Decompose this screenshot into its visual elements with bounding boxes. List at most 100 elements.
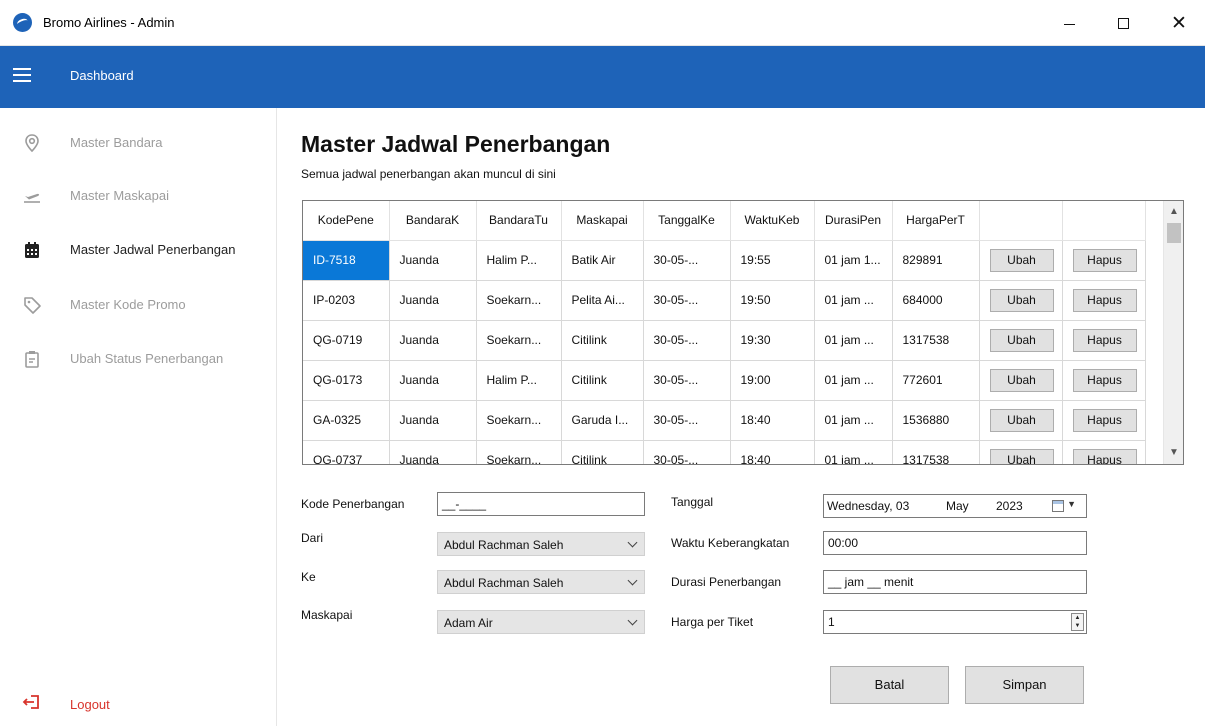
- table-cell[interactable]: 01 jam ...: [814, 360, 893, 401]
- table-cell[interactable]: GA-0325: [303, 400, 390, 441]
- delete-button[interactable]: Hapus: [1072, 368, 1137, 392]
- sidebar-item-ubah-status-penerbangan[interactable]: Ubah Status Penerbangan: [0, 347, 276, 377]
- logout-button[interactable]: Logout: [0, 692, 200, 718]
- table-cell[interactable]: 01 jam ...: [814, 280, 893, 321]
- table-cell[interactable]: QG-0173: [303, 360, 390, 401]
- table-cell[interactable]: 1317538: [892, 320, 980, 361]
- table-cell[interactable]: 18:40: [730, 400, 815, 441]
- ke-select[interactable]: Abdul Rachman Saleh: [437, 570, 645, 594]
- table-cell[interactable]: 1317538: [892, 440, 980, 464]
- batal-button[interactable]: Batal: [830, 666, 949, 704]
- table-cell[interactable]: 30-05-...: [643, 320, 731, 361]
- date-month[interactable]: May: [946, 499, 969, 513]
- table-cell[interactable]: QG-0737: [303, 440, 390, 464]
- table-cell[interactable]: 19:30: [730, 320, 815, 361]
- table-cell[interactable]: 30-05-...: [643, 360, 731, 401]
- table-cell[interactable]: 829891: [892, 240, 980, 281]
- column-header[interactable]: TanggalKe: [643, 201, 731, 241]
- sidebar-item-master-maskapai[interactable]: Master Maskapai: [0, 184, 276, 214]
- table-cell[interactable]: Juanda: [389, 360, 477, 401]
- table-cell[interactable]: Juanda: [389, 440, 477, 464]
- column-header[interactable]: Maskapai: [561, 201, 644, 241]
- maximize-button[interactable]: [1100, 0, 1146, 46]
- tanggal-date-picker[interactable]: Wednesday, 03 May 2023 ▼: [823, 494, 1087, 518]
- table-cell[interactable]: IP-0203: [303, 280, 390, 321]
- durasi-penerbangan-input[interactable]: __ jam __ menit: [823, 570, 1087, 594]
- table-cell[interactable]: 18:40: [730, 440, 815, 464]
- table-cell[interactable]: Soekarn...: [476, 440, 562, 464]
- table-row[interactable]: IP-0203 Juanda Soekarn... Pelita Ai... 3…: [303, 280, 1146, 321]
- delete-button[interactable]: Hapus: [1072, 408, 1137, 432]
- edit-button[interactable]: Ubah: [989, 248, 1054, 272]
- table-cell[interactable]: Soekarn...: [476, 280, 562, 321]
- column-header[interactable]: HargaPerT: [892, 201, 980, 241]
- column-header[interactable]: BandaraK: [389, 201, 477, 241]
- vertical-scrollbar[interactable]: ▲ ▼: [1163, 201, 1183, 464]
- edit-button[interactable]: Ubah: [989, 328, 1054, 352]
- column-header[interactable]: KodePene: [303, 201, 390, 241]
- table-row[interactable]: QG-0719 Juanda Soekarn... Citilink 30-05…: [303, 320, 1146, 361]
- delete-button[interactable]: Hapus: [1072, 448, 1137, 464]
- sidebar-item-master-kode-promo[interactable]: Master Kode Promo: [0, 293, 276, 323]
- sidebar-item-master-bandara[interactable]: Master Bandara: [0, 131, 276, 161]
- table-row[interactable]: ID-7518 Juanda Halim P... Batik Air 30-0…: [303, 240, 1146, 281]
- edit-button[interactable]: Ubah: [989, 408, 1054, 432]
- table-cell[interactable]: Citilink: [561, 360, 644, 401]
- spinner-arrows-icon[interactable]: ▲ ▼: [1071, 613, 1084, 631]
- sidebar-item-master-jadwal-penerbangan[interactable]: Master Jadwal Penerbangan: [0, 238, 276, 268]
- table-cell[interactable]: 1536880: [892, 400, 980, 441]
- table-cell[interactable]: QG-0719: [303, 320, 390, 361]
- date-day[interactable]: Wednesday, 03: [827, 499, 909, 513]
- table-cell[interactable]: Halim P...: [476, 240, 562, 281]
- table-cell[interactable]: 30-05-...: [643, 240, 731, 281]
- header-title[interactable]: Dashboard: [70, 68, 134, 83]
- table-cell[interactable]: 772601: [892, 360, 980, 401]
- table-cell[interactable]: Juanda: [389, 280, 477, 321]
- table-cell[interactable]: 30-05-...: [643, 280, 731, 321]
- harga-per-tiket-stepper[interactable]: 1 ▲ ▼: [823, 610, 1087, 634]
- table-cell[interactable]: 01 jam ...: [814, 400, 893, 441]
- edit-button[interactable]: Ubah: [989, 288, 1054, 312]
- table-cell[interactable]: Pelita Ai...: [561, 280, 644, 321]
- table-cell[interactable]: Juanda: [389, 400, 477, 441]
- scroll-up-arrow-icon[interactable]: ▲: [1164, 203, 1183, 221]
- column-header[interactable]: WaktuKeb: [730, 201, 815, 241]
- scroll-down-arrow-icon[interactable]: ▼: [1164, 444, 1183, 462]
- table-cell[interactable]: 19:55: [730, 240, 815, 281]
- edit-button[interactable]: Ubah: [989, 448, 1054, 464]
- table-cell[interactable]: Batik Air: [561, 240, 644, 281]
- kode-penerbangan-input[interactable]: __-____: [437, 492, 645, 516]
- delete-button[interactable]: Hapus: [1072, 248, 1137, 272]
- edit-button[interactable]: Ubah: [989, 368, 1054, 392]
- table-cell[interactable]: 19:50: [730, 280, 815, 321]
- table-cell[interactable]: ID-7518: [303, 240, 390, 281]
- calendar-dropdown-icon[interactable]: [1052, 500, 1064, 512]
- table-cell[interactable]: 30-05-...: [643, 400, 731, 441]
- minimize-button[interactable]: [1046, 0, 1092, 46]
- table-cell[interactable]: Soekarn...: [476, 320, 562, 361]
- delete-button[interactable]: Hapus: [1072, 328, 1137, 352]
- table-cell[interactable]: 01 jam ...: [814, 440, 893, 464]
- table-cell[interactable]: Citilink: [561, 440, 644, 464]
- table-cell[interactable]: Juanda: [389, 240, 477, 281]
- table-cell[interactable]: Garuda I...: [561, 400, 644, 441]
- table-row[interactable]: GA-0325 Juanda Soekarn... Garuda I... 30…: [303, 400, 1146, 441]
- table-cell[interactable]: Citilink: [561, 320, 644, 361]
- table-cell[interactable]: 01 jam ...: [814, 320, 893, 361]
- table-row[interactable]: QG-0173 Juanda Halim P... Citilink 30-05…: [303, 360, 1146, 401]
- table-cell[interactable]: 01 jam 1...: [814, 240, 893, 281]
- dropdown-arrow-icon[interactable]: ▼: [1067, 499, 1076, 509]
- delete-button[interactable]: Hapus: [1072, 288, 1137, 312]
- table-cell[interactable]: Soekarn...: [476, 400, 562, 441]
- table-row[interactable]: QG-0737 Juanda Soekarn... Citilink 30-05…: [303, 440, 1146, 464]
- date-year[interactable]: 2023: [996, 499, 1023, 513]
- table-cell[interactable]: 684000: [892, 280, 980, 321]
- maskapai-select[interactable]: Adam Air: [437, 610, 645, 634]
- table-cell[interactable]: Juanda: [389, 320, 477, 361]
- close-button[interactable]: ✕: [1156, 0, 1202, 46]
- simpan-button[interactable]: Simpan: [965, 666, 1084, 704]
- table-cell[interactable]: 19:00: [730, 360, 815, 401]
- column-header[interactable]: DurasiPen: [814, 201, 893, 241]
- waktu-keberangkatan-input[interactable]: 00:00: [823, 531, 1087, 555]
- table-cell[interactable]: 30-05-...: [643, 440, 731, 464]
